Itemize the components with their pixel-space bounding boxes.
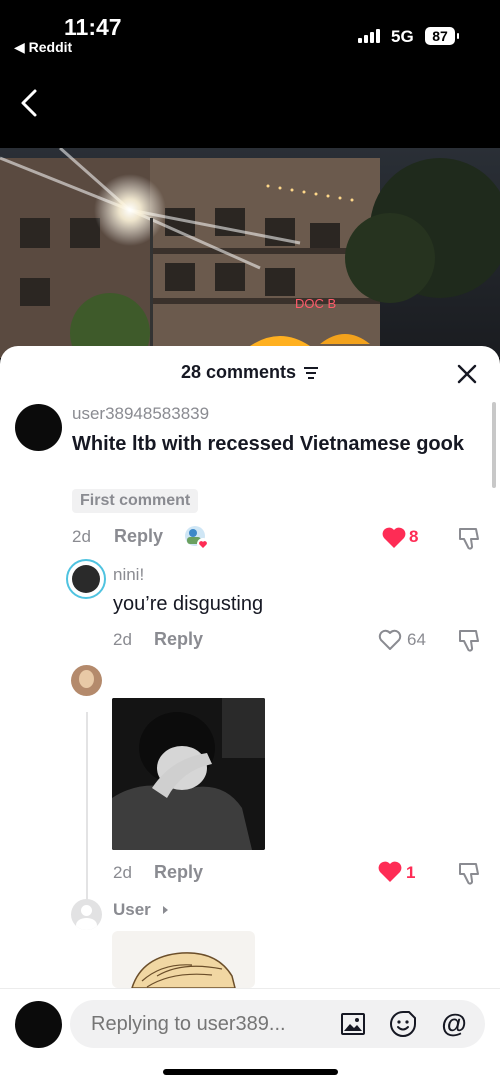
avatar[interactable]: [15, 404, 62, 451]
my-avatar: [15, 1001, 62, 1048]
image-icon[interactable]: [340, 1012, 366, 1036]
reply-image[interactable]: [112, 698, 265, 850]
home-indicator: [163, 1069, 338, 1075]
reply-text: you’re disgusting: [113, 593, 264, 615]
sort-filter-icon[interactable]: [303, 366, 319, 380]
svg-text:DOC B: DOC B: [295, 296, 336, 311]
comments-count-title: 28 comments: [180, 362, 297, 382]
avatar[interactable]: [66, 559, 106, 599]
dislike-icon[interactable]: [456, 525, 482, 551]
comment-age: 2d: [72, 527, 91, 546]
thread-line: [86, 712, 88, 912]
heart-filled-icon[interactable]: [381, 526, 407, 550]
back-to-app-link[interactable]: ◀ Reddit: [14, 39, 72, 56]
avatar[interactable]: [71, 899, 102, 930]
reply-button[interactable]: Reply: [154, 629, 203, 650]
back-arrow-icon[interactable]: [18, 88, 40, 118]
svg-text:@: @: [441, 1010, 466, 1038]
comments-sheet: 28 comments user38948583839 White ltb wi…: [0, 346, 500, 1084]
reply-input-pill[interactable]: @: [70, 1000, 485, 1048]
reply-input[interactable]: [91, 1013, 311, 1036]
comment-text: White ltb with recessed Vietnamese gook: [72, 433, 464, 455]
network-label: 5G: [391, 27, 414, 46]
reply-input-bar: @: [0, 988, 500, 1085]
comments-header: 28 comments: [0, 362, 500, 383]
reply-button[interactable]: Reply: [114, 526, 163, 547]
reply-username[interactable]: User: [113, 900, 170, 920]
battery-icon: 87: [425, 27, 459, 45]
like-count: 64: [407, 630, 426, 649]
comment-username[interactable]: user38948583839: [72, 404, 209, 424]
dislike-icon[interactable]: [456, 627, 482, 653]
scrollbar[interactable]: [492, 402, 496, 488]
heart-outline-icon[interactable]: [377, 628, 403, 652]
signal-icon: [358, 29, 380, 43]
sticker-image[interactable]: [112, 931, 255, 988]
reply-username[interactable]: nini!: [113, 565, 144, 585]
reply-age: 2d: [113, 863, 132, 882]
heart-filled-icon[interactable]: [377, 860, 403, 884]
reply-username-text: User: [113, 900, 151, 919]
mention-icon[interactable]: @: [440, 1010, 468, 1038]
close-icon[interactable]: [456, 363, 478, 385]
emoji-icon[interactable]: [389, 1010, 417, 1038]
dislike-icon[interactable]: [456, 860, 482, 886]
caret-right-icon: [162, 906, 168, 914]
avatar[interactable]: [71, 665, 102, 696]
like-count: 1: [406, 863, 416, 882]
video-background-image: DOC B: [0, 148, 500, 358]
reply-age: 2d: [113, 630, 132, 649]
reply-button[interactable]: Reply: [154, 862, 203, 883]
status-time: 11:47: [64, 14, 122, 40]
first-comment-badge: First comment: [72, 489, 199, 513]
status-bar: 11:47 ◀ Reddit 5G 87: [0, 0, 500, 148]
creator-liked-icon: [185, 526, 209, 550]
like-count: 8: [409, 527, 419, 546]
